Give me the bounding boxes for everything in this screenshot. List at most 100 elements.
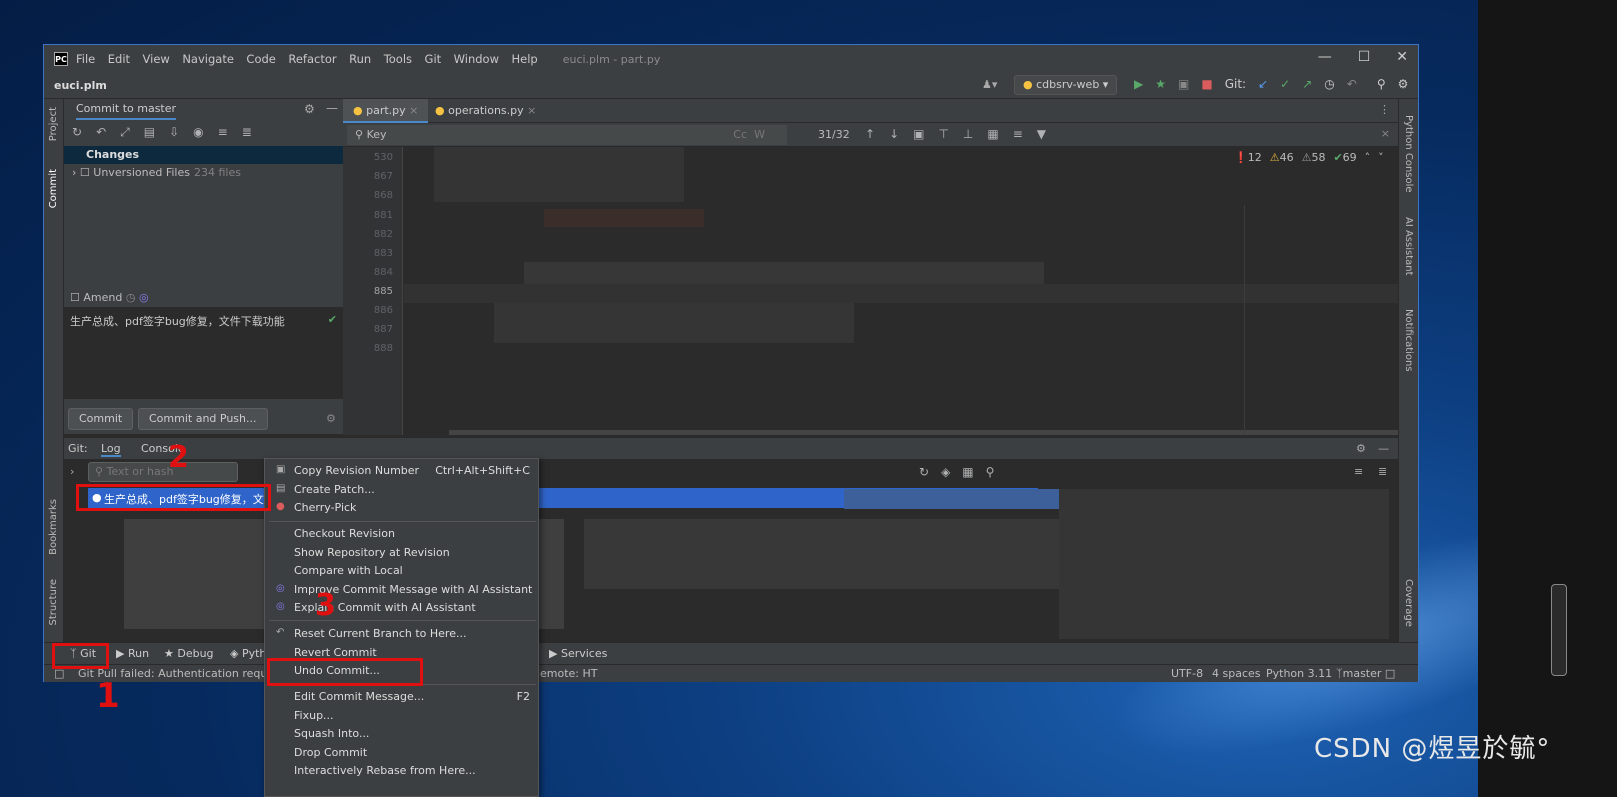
git-push-icon[interactable]: ↗ bbox=[1302, 77, 1312, 91]
git-commit-icon[interactable]: ✓ bbox=[1280, 77, 1290, 91]
interpreter-indicator[interactable]: Python 3.11 bbox=[1266, 667, 1332, 680]
menu-item-fixup[interactable]: Fixup... bbox=[265, 707, 540, 725]
code-editor[interactable] bbox=[404, 147, 1398, 435]
menu-item-create-patch[interactable]: ▤ Create Patch... bbox=[265, 481, 540, 499]
close-tab-icon[interactable]: × bbox=[409, 104, 418, 117]
commit-button[interactable]: Commit bbox=[68, 408, 134, 430]
panel-settings-icon[interactable]: ⚙ bbox=[304, 102, 315, 116]
stop-icon[interactable]: ■ bbox=[1201, 77, 1212, 91]
shelve-icon[interactable]: ⤢ bbox=[120, 125, 130, 140]
more-icon[interactable]: ⋮ bbox=[1379, 103, 1390, 116]
options-icon[interactable]: ≡ bbox=[1013, 127, 1023, 141]
tab-operations-py[interactable]: ● operations.py × bbox=[425, 99, 546, 123]
menu-item-drop-commit[interactable]: Drop Commit bbox=[265, 744, 540, 762]
ai-assistant-stripe-button[interactable]: AI Assistant bbox=[1403, 217, 1414, 276]
structure-stripe-button[interactable]: Structure bbox=[48, 579, 59, 626]
refresh-icon[interactable]: ↻ bbox=[72, 125, 82, 140]
notifications-stripe-button[interactable]: Notifications bbox=[1403, 309, 1414, 372]
menu-tools[interactable]: Tools bbox=[384, 52, 412, 66]
chevron-down-icon[interactable]: ˅ bbox=[1378, 151, 1384, 164]
amend-checkbox[interactable]: ☐ Amend ◷ ◎ bbox=[70, 291, 149, 304]
add-occurrence-icon[interactable]: ⊤ bbox=[938, 127, 948, 141]
menu-item-copy-revision[interactable]: ▣ Copy Revision Number Ctrl+Alt+Shift+C bbox=[265, 462, 540, 480]
close-icon[interactable]: ✕ bbox=[1396, 49, 1408, 65]
chevron-right-icon[interactable]: › bbox=[70, 465, 74, 478]
graph-icon[interactable]: ▦ bbox=[962, 465, 973, 479]
chevron-right-icon[interactable]: › bbox=[72, 166, 76, 179]
commit-options-gear-icon[interactable]: ⚙ bbox=[326, 412, 336, 425]
search-icon[interactable]: ⚲ bbox=[986, 465, 995, 479]
python-console-stripe-button[interactable]: Python Console bbox=[1403, 115, 1414, 193]
select-occurrence-icon[interactable]: ▦ bbox=[987, 127, 998, 141]
menu-help[interactable]: Help bbox=[512, 52, 538, 66]
menu-item-improve-message-ai[interactable]: ◎ Improve Commit Message with AI Assistan… bbox=[265, 581, 540, 599]
menu-item-squash[interactable]: Squash Into... bbox=[265, 725, 540, 743]
git-settings-gear-icon[interactable]: ⚙ bbox=[1356, 442, 1366, 455]
maximize-icon[interactable]: ☐ bbox=[1358, 49, 1371, 65]
desktop-scroll-grip[interactable] bbox=[1551, 584, 1567, 676]
commit-message-field[interactable]: 生产总成、pdf签字bug修复，文件下载功能 ✔ bbox=[64, 307, 343, 399]
unversioned-files-node[interactable]: › ☐ Unversioned Files 234 files bbox=[72, 166, 241, 179]
minimize-icon[interactable]: — bbox=[1318, 49, 1332, 65]
menu-item-checkout-revision[interactable]: Checkout Revision bbox=[265, 525, 540, 543]
select-all-icon[interactable]: ▣ bbox=[913, 127, 924, 141]
remove-occurrence-icon[interactable]: ⊥ bbox=[963, 127, 973, 141]
menu-window[interactable]: Window bbox=[454, 52, 499, 66]
project-name[interactable]: euci.plm bbox=[54, 79, 107, 92]
git-update-icon[interactable]: ↙ bbox=[1258, 77, 1268, 91]
coverage-icon[interactable]: ▣ bbox=[1178, 77, 1189, 91]
debug-icon[interactable]: ★ bbox=[1155, 77, 1166, 91]
update-icon[interactable]: ⇩ bbox=[169, 125, 179, 140]
debug-toolwindow-button[interactable]: ★ Debug bbox=[164, 647, 214, 660]
close-tab-icon[interactable]: × bbox=[527, 104, 536, 117]
inspection-widget[interactable]: ❗12 ⚠46 ⚠58 ✔69 ˄ ˅ bbox=[1234, 151, 1384, 164]
run-config-select[interactable]: ● cdbsrv-web ▾ bbox=[1014, 75, 1118, 95]
menu-run[interactable]: Run bbox=[349, 52, 371, 66]
rollback-icon[interactable]: ↶ bbox=[1347, 77, 1357, 91]
menu-item-show-repository[interactable]: Show Repository at Revision bbox=[265, 544, 540, 562]
commit-stripe-button[interactable]: Commit bbox=[48, 169, 59, 208]
horizontal-scrollbar[interactable] bbox=[449, 430, 1398, 435]
menu-item-cherry-pick[interactable]: ● Cherry-Pick bbox=[265, 499, 540, 517]
arrow-down-icon[interactable]: ↓ bbox=[889, 127, 899, 141]
cherry-pick-icon[interactable]: ◈ bbox=[941, 465, 950, 479]
match-case-icon[interactable]: Cc bbox=[733, 128, 747, 141]
words-icon[interactable]: W bbox=[754, 128, 765, 141]
find-input[interactable]: ⚲ Key Cc W bbox=[347, 125, 787, 145]
menu-navigate[interactable]: Navigate bbox=[182, 52, 234, 66]
expand-all-icon[interactable]: ≡ bbox=[218, 125, 228, 140]
coverage-stripe-button[interactable]: Coverage bbox=[1403, 579, 1414, 627]
filter-icon[interactable]: ▼ bbox=[1037, 127, 1046, 141]
encoding-indicator[interactable]: UTF-8 bbox=[1171, 667, 1203, 680]
settings-gear-icon[interactable]: ⚙ bbox=[1398, 77, 1409, 91]
close-find-icon[interactable]: × bbox=[1381, 127, 1390, 140]
collapse-all-icon[interactable]: ≣ bbox=[1378, 465, 1387, 478]
history-icon[interactable]: ◷ bbox=[1324, 77, 1334, 91]
changes-node[interactable]: Changes bbox=[64, 146, 343, 164]
menu-item-edit-message[interactable]: Edit Commit Message... F2 bbox=[265, 688, 540, 706]
services-toolwindow-button[interactable]: ▶ Services bbox=[549, 647, 607, 660]
menu-file[interactable]: File bbox=[76, 52, 95, 66]
bookmarks-stripe-button[interactable]: Bookmarks bbox=[48, 499, 59, 555]
project-stripe-button[interactable]: Project bbox=[48, 107, 59, 141]
menu-item-explain-commit-ai[interactable]: ◎ Explain Commit with AI Assistant bbox=[265, 599, 540, 617]
menu-item-reset-branch[interactable]: ↶ Reset Current Branch to Here... bbox=[265, 625, 540, 643]
tab-log[interactable]: Log bbox=[101, 442, 121, 457]
run-icon[interactable]: ▶ bbox=[1134, 77, 1143, 91]
menu-edit[interactable]: Edit bbox=[108, 52, 130, 66]
run-toolwindow-button[interactable]: ▶ Run bbox=[116, 647, 149, 660]
tab-part-py[interactable]: ● part.py × bbox=[343, 99, 429, 123]
menu-item-compare-local[interactable]: Compare with Local bbox=[265, 562, 540, 580]
ai-icon[interactable]: ◎ bbox=[139, 291, 149, 304]
git-hide-icon[interactable]: — bbox=[1378, 442, 1389, 455]
branch-indicator[interactable]: ᛉmaster □ bbox=[1336, 667, 1395, 680]
menu-view[interactable]: View bbox=[143, 52, 170, 66]
clock-icon[interactable]: ◷ bbox=[126, 291, 136, 304]
menu-refactor[interactable]: Refactor bbox=[288, 52, 336, 66]
menu-git[interactable]: Git bbox=[425, 52, 442, 66]
user-icon[interactable]: ♟▾ bbox=[982, 78, 997, 91]
expand-all-icon[interactable]: ≡ bbox=[1354, 465, 1363, 478]
panel-hide-icon[interactable]: — bbox=[326, 101, 338, 115]
menu-item-interactive-rebase[interactable]: Interactively Rebase from Here... bbox=[265, 762, 540, 780]
diff-icon[interactable]: ▤ bbox=[144, 125, 155, 140]
